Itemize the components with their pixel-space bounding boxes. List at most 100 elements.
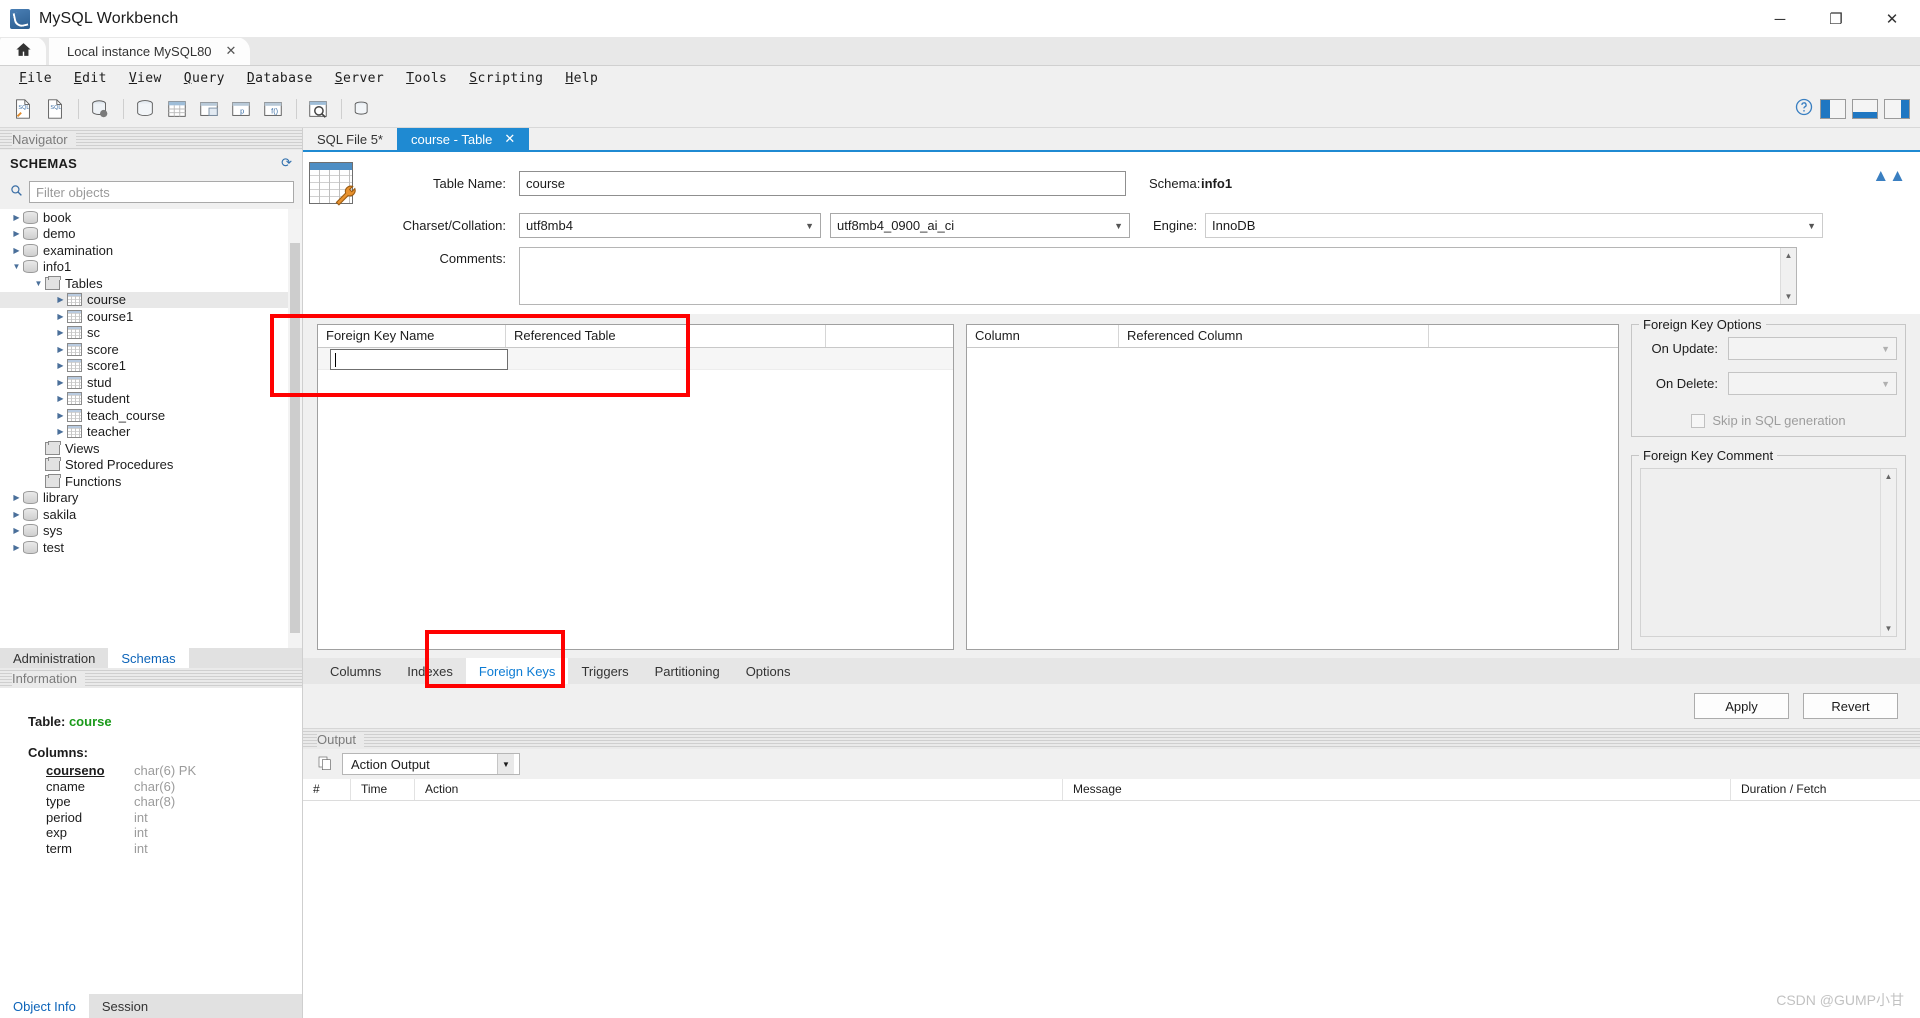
- tree-node-book[interactable]: ▶ book: [0, 209, 302, 226]
- home-tab[interactable]: [0, 37, 46, 65]
- search-input[interactable]: [29, 181, 294, 203]
- editor-tab-course-table[interactable]: course - Table ✕: [397, 128, 530, 150]
- tree-node-sys[interactable]: ▶ sys: [0, 523, 302, 540]
- tree-scrollbar-thumb[interactable]: [290, 243, 300, 633]
- tab-administration[interactable]: Administration: [0, 648, 108, 668]
- tree-node-library[interactable]: ▶ library: [0, 490, 302, 507]
- menu-help[interactable]: Help: [554, 69, 609, 88]
- new-sql-tab-icon[interactable]: SQL: [8, 94, 38, 124]
- tree-node-teacher[interactable]: ▶ teacher: [0, 424, 302, 441]
- close-icon[interactable]: ✕: [226, 43, 237, 59]
- open-sql-script-icon[interactable]: SQL: [40, 94, 70, 124]
- chevron-right-icon[interactable]: ▶: [54, 378, 67, 387]
- apply-button[interactable]: Apply: [1694, 693, 1789, 719]
- scroll-down-icon[interactable]: ▼: [1881, 621, 1896, 636]
- chevron-right-icon[interactable]: ▶: [10, 246, 23, 255]
- comments-text[interactable]: [520, 248, 1780, 304]
- tree-node-stud[interactable]: ▶ stud: [0, 374, 302, 391]
- menu-query[interactable]: Query: [173, 69, 236, 88]
- column-header-index[interactable]: #: [303, 779, 351, 800]
- tab-schemas[interactable]: Schemas: [108, 648, 189, 668]
- engine-select[interactable]: InnoDB ▼: [1205, 213, 1823, 238]
- chevron-right-icon[interactable]: ▶: [54, 345, 67, 354]
- chevron-right-icon[interactable]: ▶: [54, 427, 67, 436]
- column-header-foreign-key-name[interactable]: Foreign Key Name: [318, 325, 506, 347]
- revert-button[interactable]: Revert: [1803, 693, 1898, 719]
- refresh-icon[interactable]: ⟳: [281, 155, 292, 171]
- fk-columns-body[interactable]: [967, 348, 1618, 649]
- close-icon[interactable]: ✕: [504, 131, 515, 147]
- tree-node-sakila[interactable]: ▶ sakila: [0, 506, 302, 523]
- column-header-duration-fetch[interactable]: Duration / Fetch: [1731, 779, 1920, 800]
- tree-node-score[interactable]: ▶ score: [0, 341, 302, 358]
- menu-file[interactable]: File: [8, 69, 63, 88]
- new-procedure-icon[interactable]: p: [226, 94, 256, 124]
- output-toggle-icon[interactable]: [1852, 98, 1878, 119]
- column-header-referenced-table[interactable]: Referenced Table: [506, 325, 826, 347]
- chevron-down-icon[interactable]: ▼: [497, 754, 514, 774]
- on-delete-select[interactable]: ▼: [1728, 372, 1897, 395]
- tree-node-tables[interactable]: ▼ Tables: [0, 275, 302, 292]
- chevron-right-icon[interactable]: ▶: [10, 510, 23, 519]
- tree-node-views[interactable]: Views: [0, 440, 302, 457]
- tab-options[interactable]: Options: [733, 658, 804, 684]
- chevron-right-icon[interactable]: ▶: [10, 526, 23, 535]
- tree-node-stored-procedures[interactable]: Stored Procedures: [0, 457, 302, 474]
- scroll-down-icon[interactable]: ▼: [1781, 289, 1796, 304]
- menu-server[interactable]: Server: [324, 69, 395, 88]
- collation-select[interactable]: utf8mb4_0900_ai_ci ▼: [830, 213, 1130, 238]
- new-table-icon[interactable]: [162, 94, 192, 124]
- sidebar-toggle-icon[interactable]: [1820, 98, 1846, 119]
- tree-node-info1[interactable]: ▼ info1: [0, 259, 302, 276]
- tab-object-info[interactable]: Object Info: [0, 994, 89, 1018]
- comments-scrollbar[interactable]: ▲ ▼: [1780, 248, 1796, 304]
- tree-node-course[interactable]: ▶ course: [0, 291, 302, 308]
- chevron-right-icon[interactable]: ▶: [10, 493, 23, 502]
- on-update-select[interactable]: ▼: [1728, 337, 1897, 360]
- skip-sql-generation-checkbox[interactable]: [1691, 413, 1706, 428]
- fk-grid-body[interactable]: [318, 348, 953, 649]
- new-schema-icon[interactable]: [130, 94, 160, 124]
- maximize-button[interactable]: ❐: [1808, 0, 1864, 38]
- tab-foreign-keys[interactable]: Foreign Keys: [465, 658, 569, 684]
- editor-tab-sql-file-5[interactable]: SQL File 5*: [303, 128, 397, 150]
- reconnect-server-icon[interactable]: [348, 94, 378, 124]
- chevron-right-icon[interactable]: ▶: [54, 411, 67, 420]
- tab-triggers[interactable]: Triggers: [568, 658, 641, 684]
- tree-node-examination[interactable]: ▶ examination: [0, 242, 302, 259]
- collapse-chevrons-icon[interactable]: ▲▲: [1872, 166, 1906, 186]
- tree-scrollbar[interactable]: [288, 209, 302, 648]
- menu-edit[interactable]: Edit: [63, 69, 118, 88]
- chevron-right-icon[interactable]: ▶: [10, 213, 23, 222]
- tree-node-functions[interactable]: Functions: [0, 473, 302, 490]
- chevron-right-icon[interactable]: ▶: [54, 361, 67, 370]
- tab-partitioning[interactable]: Partitioning: [642, 658, 733, 684]
- chevron-right-icon[interactable]: ▶: [54, 312, 67, 321]
- tree-node-student[interactable]: ▶ student: [0, 391, 302, 408]
- chevron-right-icon[interactable]: ▶: [10, 543, 23, 552]
- output-grid[interactable]: # Time Action Message Duration / Fetch C…: [303, 779, 1920, 1018]
- charset-select[interactable]: utf8mb4 ▼: [519, 213, 821, 238]
- menu-view[interactable]: View: [118, 69, 173, 88]
- minimize-button[interactable]: ─: [1752, 0, 1808, 38]
- comment-scrollbar[interactable]: ▲ ▼: [1880, 469, 1896, 636]
- scroll-up-icon[interactable]: ▲: [1781, 248, 1796, 263]
- menu-database[interactable]: Database: [236, 69, 324, 88]
- search-data-icon[interactable]: [303, 94, 333, 124]
- foreign-key-columns-grid[interactable]: Column Referenced Column: [966, 324, 1619, 650]
- column-header-referenced-column[interactable]: Referenced Column: [1119, 325, 1429, 347]
- tree-node-score1[interactable]: ▶ score1: [0, 358, 302, 375]
- secondary-sidebar-toggle-icon[interactable]: [1884, 98, 1910, 119]
- chevron-down-icon[interactable]: ▼: [10, 262, 23, 271]
- schema-tree[interactable]: ▶ book ▶ demo ▶ examination ▼ info1 ▼ Tables ▶ cour…: [0, 209, 302, 648]
- tree-node-course1[interactable]: ▶ course1: [0, 308, 302, 325]
- chevron-right-icon[interactable]: ▶: [54, 295, 67, 304]
- comments-textarea[interactable]: ▲ ▼: [519, 247, 1797, 305]
- chevron-down-icon[interactable]: ▼: [32, 279, 45, 288]
- connection-tab-local-instance[interactable]: Local instance MySQL80 ✕: [49, 37, 251, 65]
- foreign-key-name-input[interactable]: [330, 349, 508, 370]
- new-function-icon[interactable]: f(): [258, 94, 288, 124]
- foreign-key-comment-value[interactable]: [1641, 469, 1880, 636]
- chevron-right-icon[interactable]: ▶: [10, 229, 23, 238]
- menu-scripting[interactable]: Scripting: [458, 69, 554, 88]
